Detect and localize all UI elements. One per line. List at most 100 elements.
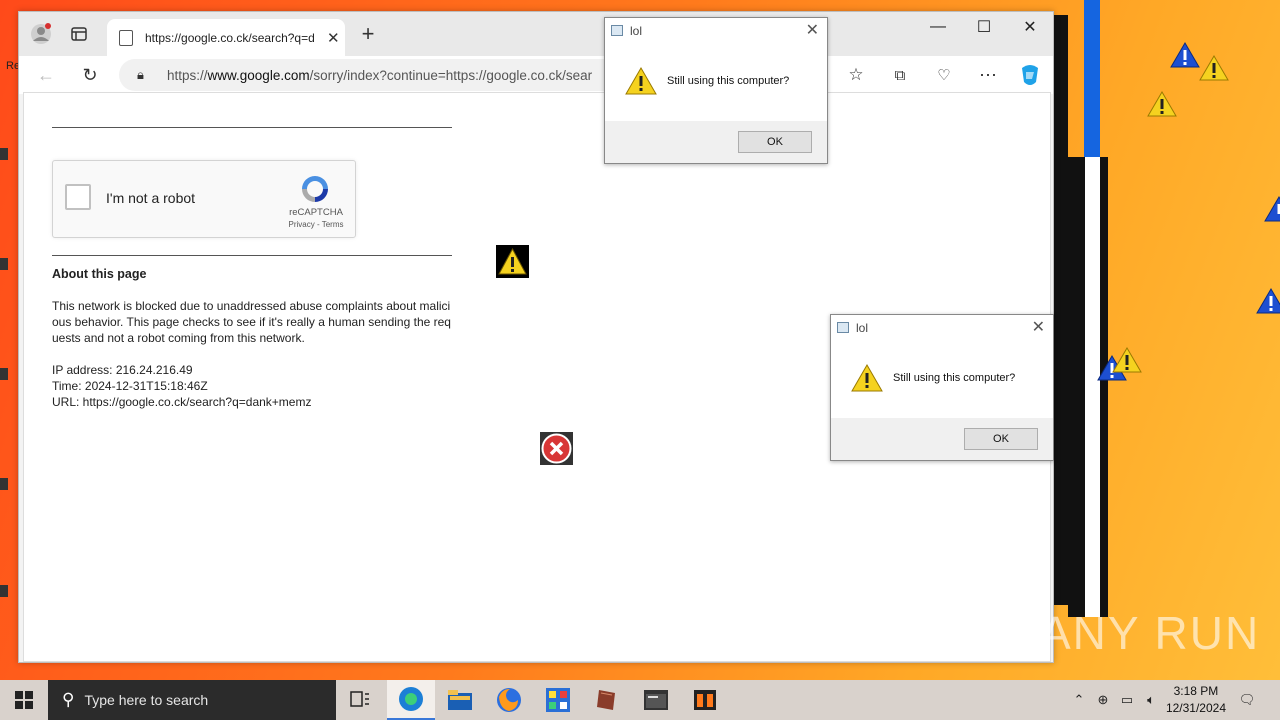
dialog-footer: OK xyxy=(605,121,827,163)
browser-toolbar: ← ↻ 🔒︎ https://www.google.com/sorry/inde… xyxy=(19,56,1053,94)
tray-chevron-icon[interactable]: ⌃ xyxy=(1068,680,1090,720)
dialog-titlebar: lol ✕ xyxy=(831,315,1053,343)
error-icon xyxy=(540,432,573,465)
about-heading: About this page xyxy=(52,267,147,281)
divider xyxy=(52,255,452,256)
start-button[interactable] xyxy=(0,680,48,720)
tab-title: https://google.co.ck/search?q=d xyxy=(145,30,315,45)
maximize-button[interactable]: ☐ xyxy=(961,12,1007,42)
background-window xyxy=(1052,15,1068,605)
request-url: URL: https://google.co.ck/search?q=dank+… xyxy=(52,395,312,409)
profile-icon xyxy=(31,23,51,44)
browser-essentials-button[interactable]: ♡ xyxy=(929,60,959,90)
dialog-title: lol xyxy=(856,321,869,335)
desktop-icon[interactable] xyxy=(0,258,8,270)
taskbar-edge[interactable] xyxy=(387,680,435,720)
desktop-icon[interactable] xyxy=(0,368,8,380)
clock[interactable]: 3:18 PM 12/31/2024 xyxy=(1166,683,1226,717)
browser-titlebar: https://google.co.ck/search?q=d ✕ + — ☐ … xyxy=(19,12,1053,56)
watermark: ANY RUN xyxy=(1040,607,1261,659)
minimize-button[interactable]: — xyxy=(915,12,961,42)
dialog-message: Still using this computer? xyxy=(893,372,1016,384)
recaptcha-label: I'm not a robot xyxy=(106,190,196,206)
warning-icon xyxy=(1147,91,1177,117)
taskbar-file-explorer[interactable] xyxy=(436,680,484,720)
tab-close-icon[interactable]: ✕ xyxy=(327,29,340,47)
warning-icon xyxy=(625,67,657,95)
recaptcha-links[interactable]: Privacy - Terms xyxy=(286,220,346,229)
favorites-button[interactable]: ☆ xyxy=(841,60,871,90)
taskbar-app-orange[interactable] xyxy=(681,680,729,720)
recaptcha-logo-icon xyxy=(302,176,328,202)
warning-icon xyxy=(1199,55,1229,81)
desktop-icon[interactable] xyxy=(0,585,8,597)
warning-icon xyxy=(1170,42,1200,68)
volume-icon[interactable]: 🔈︎ xyxy=(1140,680,1162,720)
warning-icon xyxy=(1264,196,1280,222)
dialog-titlebar: lol ✕ xyxy=(605,18,827,46)
notification-icon[interactable]: 🗨︎ xyxy=(1234,680,1260,720)
search-placeholder: Type here to search xyxy=(84,692,209,708)
tray-app-icon[interactable]: ⊕ xyxy=(1092,680,1114,720)
taskbar-app-book[interactable] xyxy=(583,680,631,720)
window-app-icon xyxy=(694,690,716,710)
settings-menu-button[interactable]: ⋯ xyxy=(973,60,1003,90)
app-icon xyxy=(837,322,849,333)
back-button[interactable]: ← xyxy=(31,60,61,90)
dialog-title: lol xyxy=(630,24,643,38)
search-icon: ⚲ xyxy=(62,690,75,709)
firefox-icon xyxy=(497,688,521,712)
app-icon xyxy=(611,25,623,36)
desktop-icon[interactable] xyxy=(0,478,8,490)
page-icon xyxy=(119,29,133,46)
edge-icon xyxy=(399,687,423,711)
warning-icon xyxy=(1112,347,1142,373)
taskbar-app-terminal[interactable] xyxy=(632,680,680,720)
taskbar-firefox[interactable] xyxy=(485,680,533,720)
ok-button[interactable]: OK xyxy=(964,428,1038,450)
clock-date: 12/31/2024 xyxy=(1165,701,1226,715)
ip-address: IP address: 216.24.216.49 xyxy=(52,363,193,377)
profile-button[interactable] xyxy=(25,18,57,50)
app-grid-icon xyxy=(546,688,570,712)
tab-actions-icon xyxy=(71,27,87,41)
close-window-button[interactable]: ✕ xyxy=(1007,12,1053,42)
ok-button[interactable]: OK xyxy=(738,131,812,153)
background-window-edge xyxy=(1084,0,1100,157)
refresh-button[interactable]: ↻ xyxy=(75,60,105,90)
browser-tab[interactable]: https://google.co.ck/search?q=d ✕ xyxy=(107,19,345,56)
dialog-message: Still using this computer? xyxy=(667,75,790,87)
new-tab-button[interactable]: + xyxy=(352,18,384,50)
close-icon[interactable]: ✕ xyxy=(806,20,819,40)
copilot-button[interactable] xyxy=(1015,60,1045,90)
taskbar-app-grid[interactable] xyxy=(534,680,582,720)
windows-icon xyxy=(15,691,33,709)
about-text: This network is blocked due to unaddress… xyxy=(52,299,451,345)
taskbar: ⚲ Type here to search ⌃ ⊕ ▭ 🔈︎ 3:18 PM 1… xyxy=(0,680,1280,720)
recaptcha-widget: I'm not a robot reCAPTCHA Privacy - Term… xyxy=(52,160,356,238)
close-icon[interactable]: ✕ xyxy=(1032,317,1045,337)
warning-icon xyxy=(851,364,883,392)
copilot-icon xyxy=(1022,65,1038,85)
book-icon xyxy=(597,690,615,710)
url-text: https://www.google.com/sorry/index?conti… xyxy=(167,67,593,83)
message-dialog: lol ✕ Still using this computer? OK xyxy=(830,314,1054,461)
tab-actions-button[interactable] xyxy=(63,18,95,50)
clock-time: 3:18 PM xyxy=(1173,684,1219,698)
network-icon[interactable]: ▭ xyxy=(1116,680,1138,720)
message-dialog: lol ✕ Still using this computer? OK xyxy=(604,17,828,164)
terminal-icon xyxy=(644,690,668,710)
taskbar-search[interactable]: ⚲ Type here to search xyxy=(48,680,336,720)
background-window-panel xyxy=(1085,157,1100,617)
desktop-icon[interactable] xyxy=(0,148,8,160)
collections-button[interactable]: ⧉ xyxy=(885,60,915,90)
recaptcha-checkbox[interactable] xyxy=(65,184,91,210)
warning-icon xyxy=(496,245,529,278)
time-stamp: Time: 2024-12-31T15:18:46Z xyxy=(52,379,208,393)
recaptcha-brand: reCAPTCHA xyxy=(289,207,343,218)
lock-icon: 🔒︎ xyxy=(137,67,144,82)
divider xyxy=(52,127,452,128)
folder-icon xyxy=(448,690,472,710)
task-view-button[interactable] xyxy=(336,680,384,720)
dialog-footer: OK xyxy=(831,418,1053,460)
